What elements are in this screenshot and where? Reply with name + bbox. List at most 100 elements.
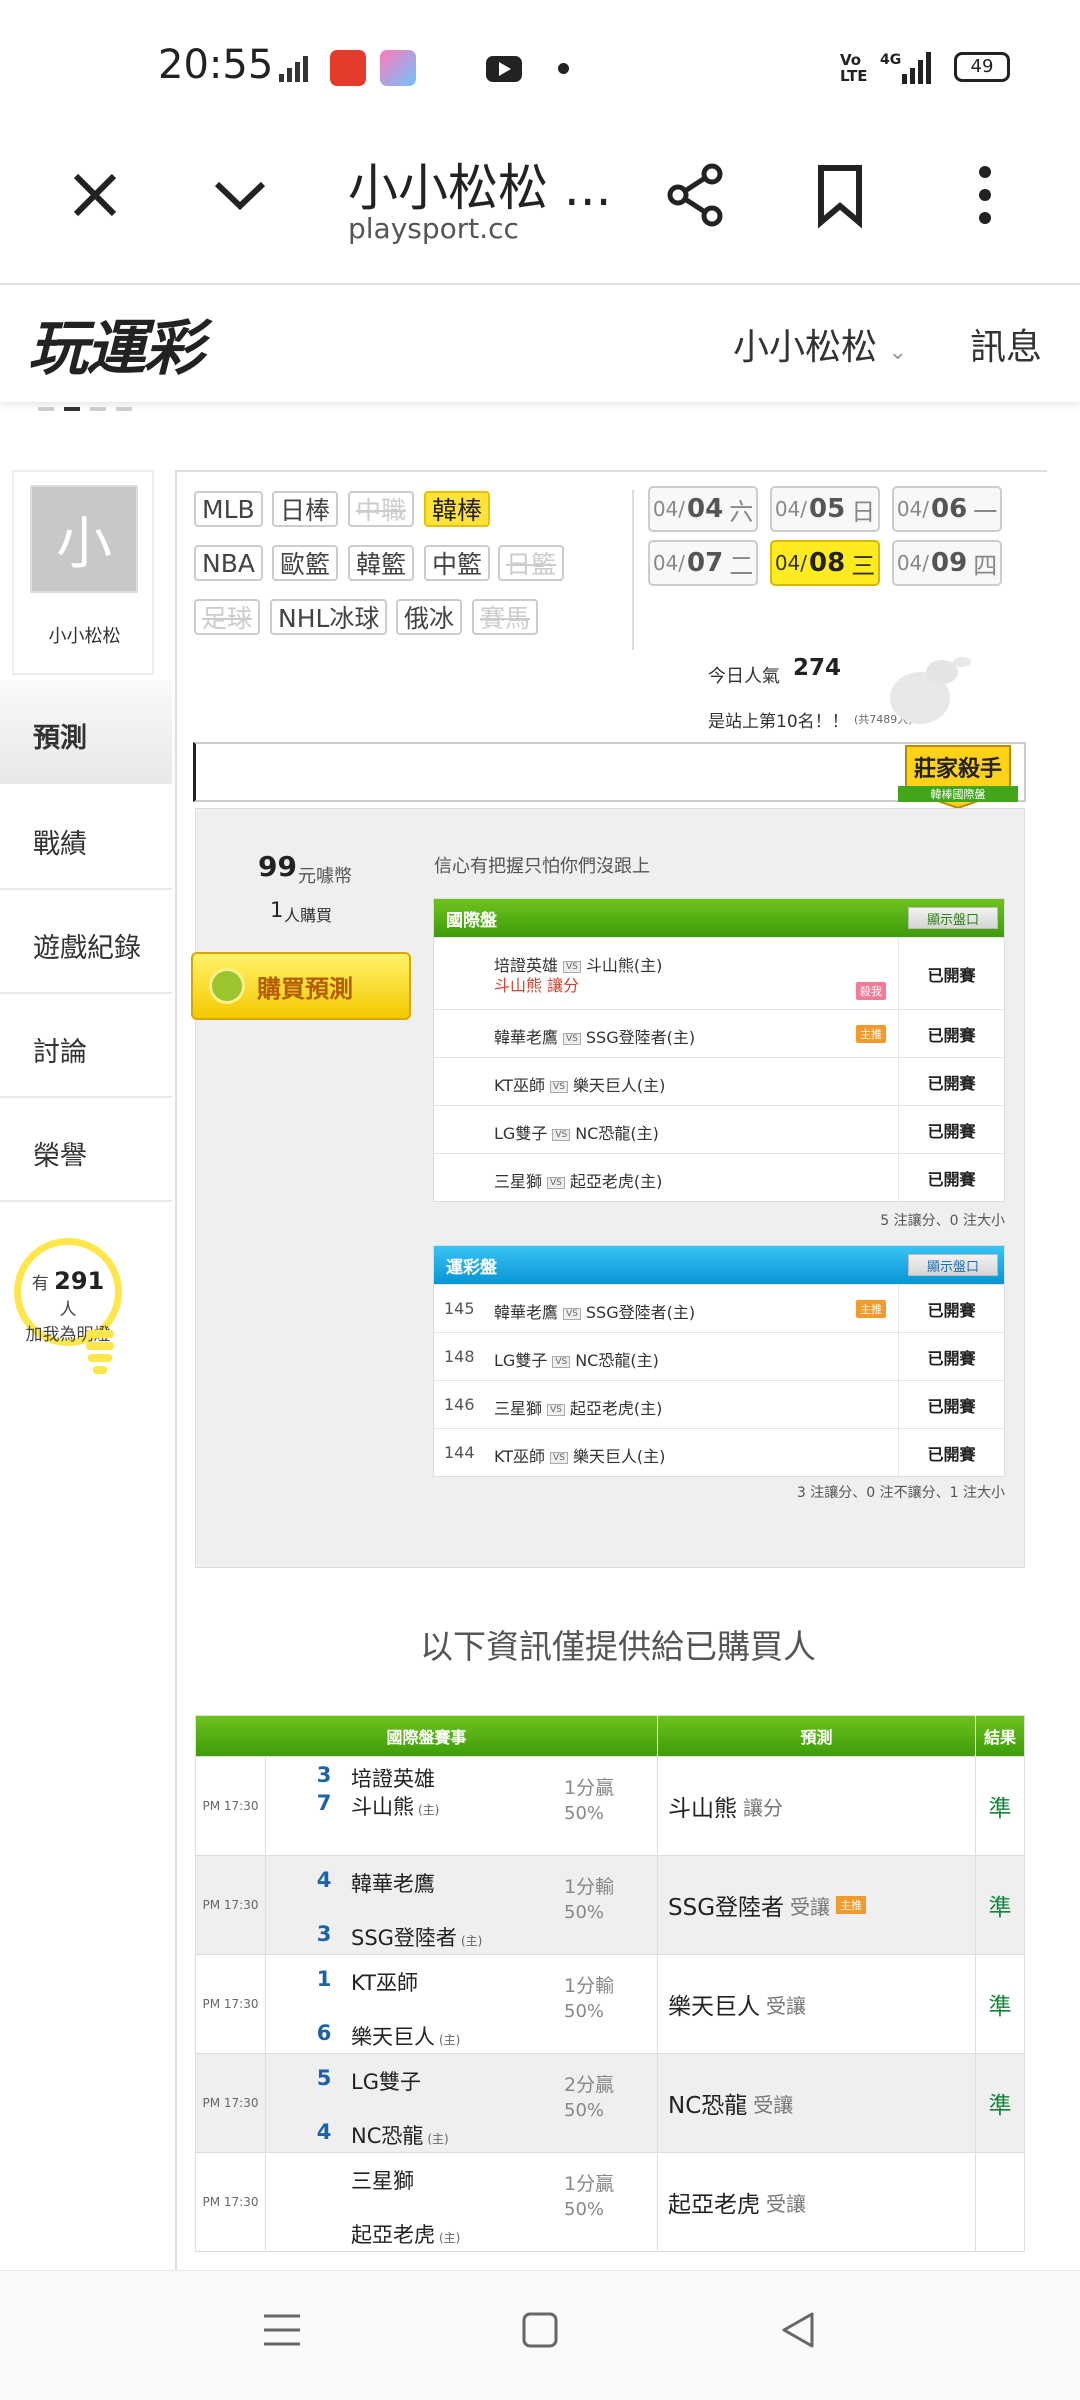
game-status: 已開賽 — [898, 1106, 1004, 1153]
away-score: 1 — [316, 1967, 332, 1991]
table-row: PM 17:30 1 KT巫師 6 樂天巨人 (主) 1分輸 50% 樂天巨人 受讓… — [196, 1954, 1024, 2053]
battery-icon: 49 — [954, 52, 1010, 82]
result-cell — [976, 2153, 1024, 2251]
game-cell: 5 LG雙子 4 NC恐龍 (主) 2分贏 50% — [266, 2054, 658, 2152]
cell-signal-icon: 4G — [880, 52, 931, 84]
away-team: KT巫師 — [351, 1971, 418, 1995]
date-0407[interactable]: 04/07 二 — [648, 540, 758, 586]
game-time: PM 17:30 — [196, 1955, 266, 2053]
away-team: LG雙子 — [351, 2070, 421, 2094]
messages-link[interactable]: 訊息 — [970, 318, 1042, 370]
table-row: 144 KT巫師 VS 樂天巨人(主) 已開賽 — [434, 1428, 1004, 1476]
table-row: 148 LG雙子 VS NC恐龍(主) 已開賽 — [434, 1332, 1004, 1380]
home-icon[interactable] — [520, 2310, 560, 2350]
sidebar-item-game-log[interactable]: 遊戲紀錄 — [0, 890, 172, 994]
profile-name: 小小松松 — [48, 626, 121, 647]
site-logo[interactable]: 玩運彩 — [28, 300, 204, 387]
sport-tab-kbo[interactable]: 韓棒 — [424, 491, 491, 527]
results-table: 國際盤賽事 預測 結果 PM 17:30 3 培證英雄 7 斗山熊 (主) 1分贏… — [195, 1715, 1025, 2252]
game-status: 已開賽 — [898, 1285, 1004, 1332]
lightbulb-icon — [86, 1330, 114, 1374]
avatar[interactable]: 小 — [30, 485, 138, 593]
back-icon[interactable] — [778, 2310, 818, 2350]
result-cell: 準 — [988, 1895, 1012, 1921]
date-0409[interactable]: 04/09 四 — [892, 540, 1002, 586]
user-menu-label: 小小松松 — [733, 327, 878, 368]
away-team: 韓華老鷹 — [351, 1872, 435, 1896]
game-cell: 三星獅 起亞老虎 (主) 1分贏 50% — [266, 2153, 658, 2251]
chevron-down-icon: ⌄ — [888, 340, 907, 365]
game-status: 已開賽 — [898, 1429, 1004, 1476]
follower-count: 291 — [54, 1267, 105, 1295]
lottery-table-summary: 3 注讓分、0 注不讓分、1 注大小 — [796, 1485, 1005, 1501]
show-odds-button[interactable]: 顯示盤口 — [908, 1254, 998, 1276]
user-menu[interactable]: 小小松松 ⌄ — [733, 318, 907, 370]
sport-tab-khl[interactable]: 俄冰 — [396, 599, 463, 635]
prediction-cell: 樂天巨人 受讓 — [658, 1955, 976, 2053]
banker-killer-badge: 莊家殺手 韓棒國際盤 — [898, 745, 1018, 810]
sport-tab-mlb[interactable]: MLB — [194, 491, 263, 527]
show-odds-button[interactable]: 顯示盤口 — [908, 907, 998, 929]
matchup: KT巫師 VS 樂天巨人(主) — [494, 1447, 666, 1466]
home-team: NC恐龍 (主) — [351, 2124, 449, 2148]
price-unit: 元噱幣 — [298, 866, 352, 887]
more-options-icon[interactable] — [950, 160, 1020, 230]
away-score: 3 — [316, 1763, 332, 1787]
sport-tab-nba[interactable]: NBA — [194, 545, 263, 581]
table-row: 培證英雄 VS 斗山熊(主) 斗山熊 讓分 殺我 已開賽 — [434, 937, 1004, 1009]
svg-text:4G: 4G — [880, 52, 901, 68]
spread: 1分輸 — [564, 1975, 615, 1997]
home-score: 4 — [316, 2120, 332, 2144]
sport-tab-horse-racing: 賽馬 — [472, 599, 539, 635]
price-value: 99 — [258, 850, 297, 883]
sport-tab-kbl[interactable]: 韓籃 — [348, 545, 415, 581]
chevron-down-icon[interactable] — [205, 160, 275, 230]
menu-icon[interactable] — [262, 2310, 302, 2350]
away-team: 培證英雄 — [351, 1767, 435, 1791]
matchup: 三星獅 VS 起亞老虎(主) — [494, 1399, 663, 1418]
popularity-label: 今日人氣 — [708, 666, 780, 687]
bulb-prefix: 有 — [31, 1274, 49, 1294]
main-pick-tag: 主推 — [836, 1896, 867, 1914]
sport-tab-cbl[interactable]: 中籃 — [424, 545, 491, 581]
buyer-count: 1 — [270, 898, 284, 922]
sidebar-item-predictions[interactable]: 預測 — [0, 680, 172, 784]
date-0405[interactable]: 04/05 日 — [770, 486, 880, 532]
sidebar-item-honors[interactable]: 榮譽 — [0, 1098, 172, 1202]
date-0406[interactable]: 04/06 一 — [892, 486, 1002, 532]
sport-tab-euro-basketball[interactable]: 歐籃 — [272, 545, 339, 581]
game-cell: 1 KT巫師 6 樂天巨人 (主) 1分輸 50% — [266, 1955, 658, 2053]
app-notification-icon — [330, 50, 366, 86]
date-0408[interactable]: 04/08 三 — [770, 540, 880, 586]
table-row: 韓華老鷹 VS SSG登陸者(主) 主推 已開賽 — [434, 1009, 1004, 1057]
svg-text:莊家殺手: 莊家殺手 — [914, 756, 1002, 782]
home-score: 3 — [316, 1922, 332, 1946]
table-row: KT巫師 VS 樂天巨人(主) 已開賽 — [434, 1057, 1004, 1105]
page-url[interactable]: playsport.cc — [348, 212, 519, 245]
intl-predictions-table: 國際盤 顯示盤口 培證英雄 VS 斗山熊(主) 斗山熊 讓分 殺我 已開賽 韓華老鷹… — [433, 898, 1005, 1202]
prediction-cell: 起亞老虎 受讓 — [658, 2153, 976, 2251]
clock: 20:55 — [158, 42, 274, 88]
table-header: 運彩盤 顯示盤口 — [434, 1246, 1004, 1284]
bookmark-icon[interactable] — [805, 160, 875, 230]
result-cell: 準 — [988, 1796, 1012, 1822]
spread-pct: 50% — [564, 2100, 605, 2121]
spread: 1分輸 — [564, 1876, 615, 1898]
buy-prediction-button[interactable]: 購買預測 — [191, 952, 411, 1020]
game-cell: 4 韓華老鷹 3 SSG登陸者 (主) 1分輸 50% — [266, 1856, 658, 1954]
page-indicator — [38, 407, 132, 411]
spread-pct: 50% — [564, 1902, 605, 1923]
main-pick-tag: 主推 — [856, 1025, 886, 1043]
lottery-predictions-table: 運彩盤 顯示盤口 145 韓華老鷹 VS SSG登陸者(主) 主推 已開賽 148 … — [433, 1245, 1005, 1477]
date-0404[interactable]: 04/04 六 — [648, 486, 758, 532]
game-time: PM 17:30 — [196, 2153, 266, 2251]
home-team: 起亞老虎 (主) — [351, 2223, 461, 2247]
sidebar-item-record[interactable]: 戰績 — [0, 786, 172, 890]
buyer-unit: 人購買 — [284, 906, 333, 925]
sidebar-item-discussion[interactable]: 討論 — [0, 994, 172, 1098]
sport-tab-npb[interactable]: 日棒 — [272, 491, 339, 527]
buyers-only-heading: 以下資訊僅提供給已購買人 — [420, 1627, 816, 1666]
share-icon[interactable] — [662, 160, 732, 230]
close-icon[interactable] — [60, 160, 130, 230]
sport-tab-nhl[interactable]: NHL冰球 — [270, 599, 388, 635]
